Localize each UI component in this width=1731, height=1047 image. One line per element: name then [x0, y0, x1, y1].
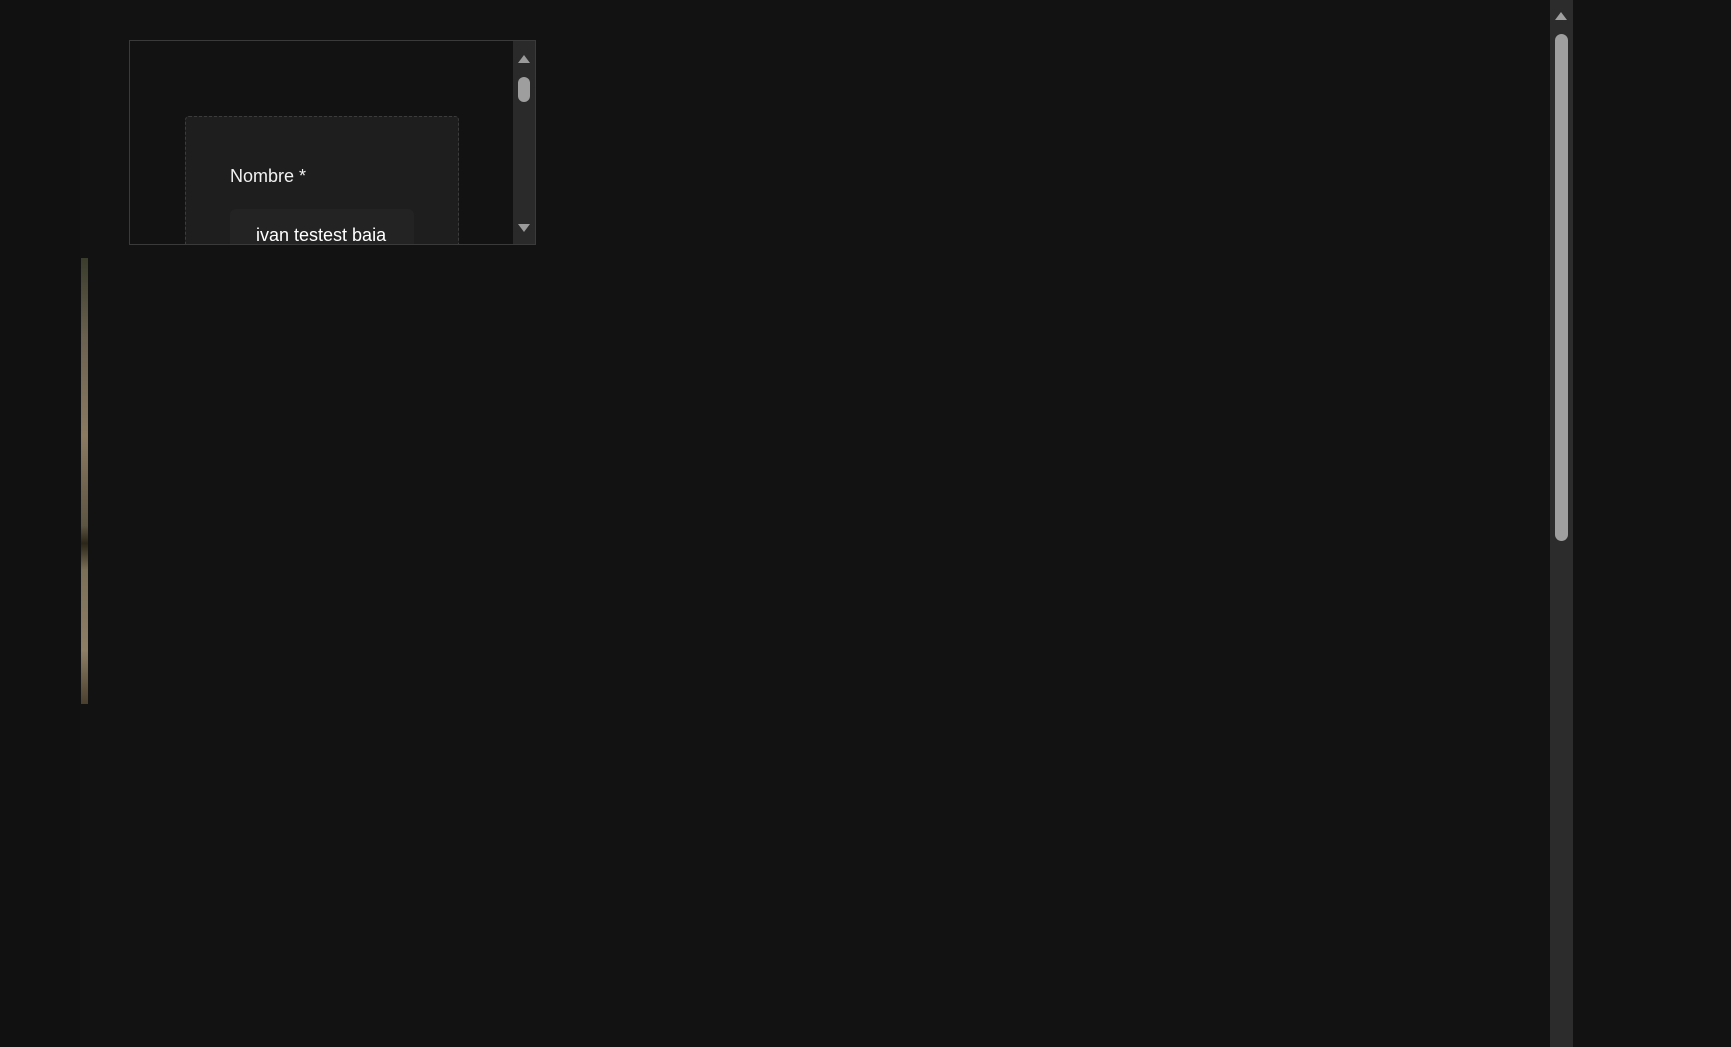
name-input-value: ivan testest baia [256, 225, 387, 244]
embedded-scrollbar-thumb[interactable] [518, 77, 530, 102]
scroll-down-arrow-icon[interactable] [518, 224, 530, 232]
scroll-up-arrow-icon[interactable] [1555, 12, 1567, 20]
scroll-up-arrow-icon[interactable] [518, 55, 530, 63]
page: Nombre * ivan testest baia [0, 0, 1731, 1047]
name-input[interactable]: ivan testest baia [230, 209, 414, 244]
name-field-label: Nombre * [230, 166, 307, 186]
embedded-form-frame: Nombre * ivan testest baia [129, 40, 536, 245]
embedded-scrollbar[interactable] [513, 41, 535, 244]
embedded-form-viewport[interactable]: Nombre * ivan testest baia [130, 41, 513, 244]
left-gutter [0, 0, 80, 1047]
form-card: Nombre * ivan testest baia [185, 116, 459, 244]
page-scrollbar[interactable] [1550, 0, 1573, 1047]
page-scrollbar-thumb[interactable] [1555, 34, 1568, 541]
background-photo-edge [81, 258, 88, 704]
